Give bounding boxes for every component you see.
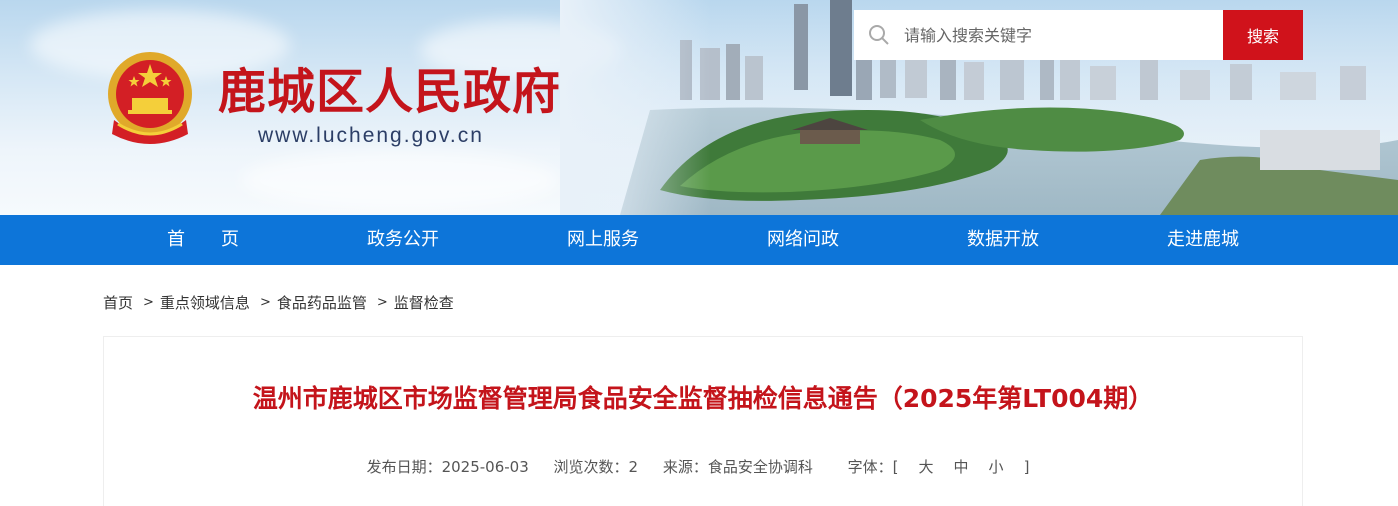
search-button[interactable]: 搜索	[1223, 10, 1303, 60]
national-emblem-icon	[108, 52, 192, 144]
nav-item-about-lucheng[interactable]: 走进鹿城	[1103, 215, 1303, 265]
nav-item-home[interactable]: 首 页	[103, 215, 303, 265]
search-input[interactable]	[904, 10, 1204, 60]
breadcrumb-key-areas[interactable]: 重点领域信息	[160, 292, 250, 313]
breadcrumb-separator: >	[143, 294, 154, 310]
breadcrumb-separator: >	[259, 294, 271, 310]
breadcrumb: 首页 > 重点领域信息 > 食品药品监管 > 监督检查	[103, 290, 454, 314]
font-size-label: 字体：[	[847, 458, 899, 476]
nav-item-online-services[interactable]: 网上服务	[503, 215, 703, 265]
breadcrumb-separator: >	[376, 294, 388, 310]
breadcrumb-food-drug[interactable]: 食品药品监管	[277, 292, 367, 313]
banner-cloud	[240, 150, 560, 210]
nav-item-online-inquiry[interactable]: 网络问政	[703, 215, 903, 265]
site-title[interactable]: 鹿城区人民政府	[218, 64, 561, 120]
font-size-control: 字体：[ 大 中 小]	[838, 458, 1040, 476]
article-title: 温州市鹿城区市场监督管理局食品安全监督抽检信息通告（2025年第LT004期）	[252, 384, 1154, 413]
search-icon	[854, 10, 904, 60]
article-meta: 发布日期：2025-06-03 浏览次数：2 来源：食品安全协调科 字体：[ 大 中…	[104, 456, 1302, 477]
breadcrumb-inspection[interactable]: 监督检查	[394, 292, 454, 313]
nav-item-open-data[interactable]: 数据开放	[903, 215, 1103, 265]
breadcrumb-home[interactable]: 首页	[103, 292, 133, 313]
font-size-medium-button[interactable]: 中	[954, 458, 969, 476]
publish-date: 发布日期：2025-06-03	[366, 458, 529, 476]
article-panel: 温州市鹿城区市场监督管理局食品安全监督抽检信息通告（2025年第LT004期） …	[103, 336, 1303, 506]
view-count: 浏览次数：2	[553, 458, 639, 476]
main-nav: 首 页 政务公开 网上服务 网络问政 数据开放 走进鹿城	[0, 215, 1398, 265]
font-size-small-button[interactable]: 小	[989, 458, 1004, 476]
article-source: 来源：食品安全协调科	[662, 458, 813, 476]
search-box	[854, 10, 1223, 60]
nav-item-government-affairs[interactable]: 政务公开	[303, 215, 503, 265]
font-size-large-button[interactable]: 大	[919, 458, 934, 476]
site-url: www.lucheng.gov.cn	[258, 124, 484, 147]
font-size-bracket: ]	[1023, 458, 1030, 476]
header-banner: 鹿城区人民政府 www.lucheng.gov.cn 搜索	[0, 0, 1398, 215]
